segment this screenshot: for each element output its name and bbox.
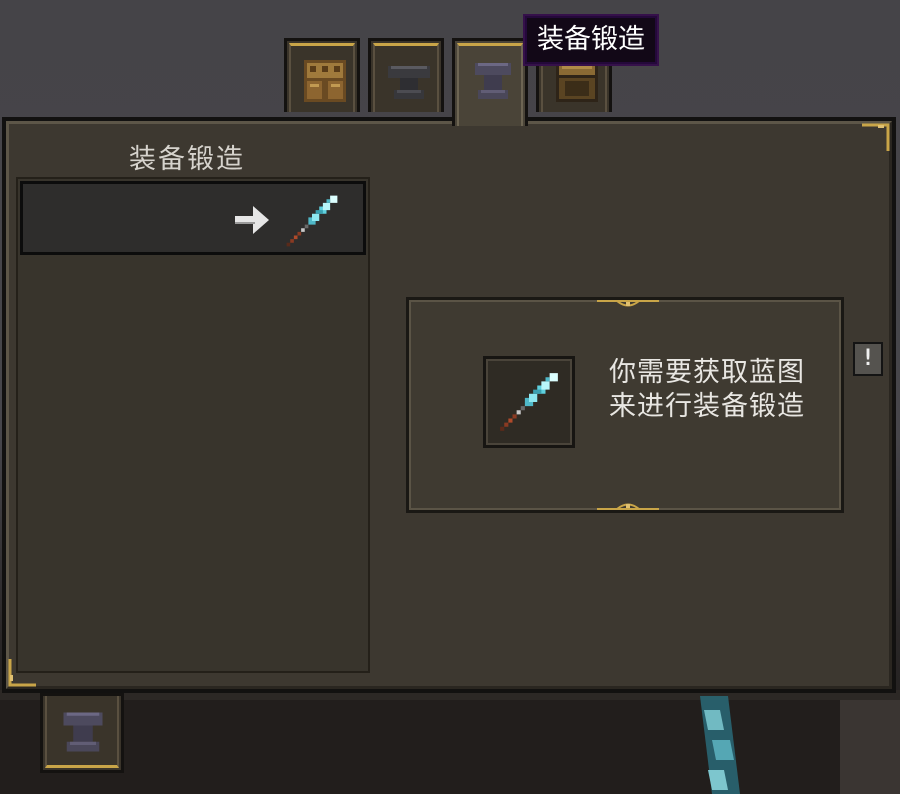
tab-tooltip: 装备锻造	[523, 14, 659, 66]
item-preview-slot[interactable]	[483, 356, 575, 448]
tab-smithing[interactable]	[452, 38, 528, 126]
smithing-anvil-icon	[475, 63, 511, 99]
smithing-anvil-icon	[63, 712, 103, 752]
recipe-row[interactable]	[20, 181, 366, 255]
anvil-icon	[388, 66, 430, 99]
gold-flourish-bottom	[597, 503, 659, 510]
bottom-tab-smithing[interactable]	[40, 693, 124, 773]
crafting-table-icon	[304, 60, 346, 102]
recipe-list	[16, 177, 370, 673]
alert-button[interactable]: !	[853, 342, 883, 376]
gold-flourish-top	[597, 300, 659, 307]
blueprint-required-card: 你需要获取蓝图来进行装备锻造	[406, 297, 844, 513]
diamond-spear-icon	[500, 373, 558, 431]
tab-anvil[interactable]	[368, 38, 444, 112]
diamond-spear-icon	[286, 195, 338, 247]
arrow-right-icon	[235, 206, 269, 234]
panel-title: 装备锻造	[129, 144, 245, 175]
smithing-panel: 装备锻造 你需要获取蓝图来进行装备锻造	[2, 117, 896, 693]
blueprint-message: 你需要获取蓝图来进行装备锻造	[609, 357, 805, 422]
tab-crafting[interactable]	[284, 38, 360, 112]
gold-corner-ornament	[862, 123, 890, 151]
